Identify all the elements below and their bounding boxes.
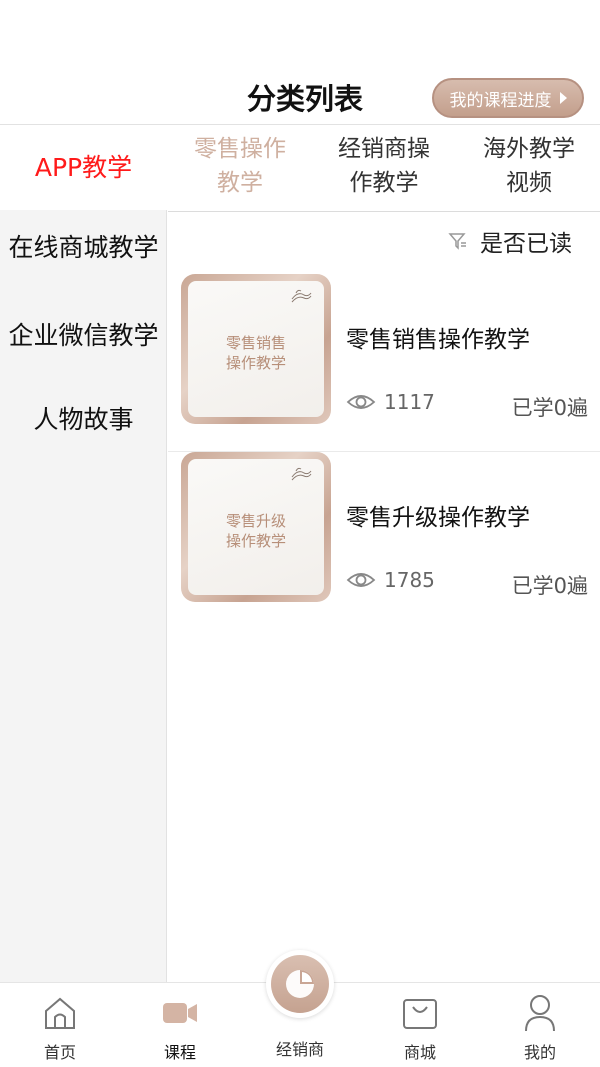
nav-me[interactable]: 我的 (480, 993, 600, 1063)
progress-button-label: 我的课程进度 (449, 90, 552, 111)
tab-dealer-operation[interactable]: 经销商操 作教学 (324, 132, 444, 200)
sidebar-item-online-mall-teaching[interactable]: 在线商城教学 (0, 228, 167, 264)
eye-icon (346, 573, 376, 587)
tab-label-line1: 海外教学 (483, 136, 575, 162)
pie-chart-icon (286, 970, 314, 998)
sidebar-item-people-stories[interactable]: 人物故事 (0, 400, 167, 436)
filter-icon (448, 233, 466, 250)
learned-count: 已学0遍 (511, 574, 588, 598)
nav-label: 首页 (43, 1043, 76, 1062)
tab-label-line2: 作教学 (349, 170, 419, 196)
brand-logo-icon (291, 289, 312, 303)
thumbnail-caption-line2: 操作教学 (225, 532, 286, 550)
video-camera-icon (163, 1003, 197, 1023)
nav-dealer-button[interactable] (266, 950, 334, 1018)
category-sidebar: APP教学 在线商城教学 企业微信教学 人物故事 (0, 126, 167, 982)
tab-label-line1: 经销商操 (338, 136, 430, 162)
nav-label: 商城 (403, 1043, 436, 1062)
nav-home[interactable]: 首页 (0, 993, 120, 1063)
thumbnail-caption-line1: 零售升级 (225, 512, 286, 530)
view-count: 1785 (346, 568, 435, 592)
sidebar-item-app-teaching[interactable]: APP教学 (0, 126, 167, 210)
tab-label-line2: 视频 (506, 170, 552, 196)
tab-retail-operation[interactable]: 零售操作 教学 (180, 132, 300, 200)
nav-dealer-label: 经销商 (275, 1040, 324, 1059)
nav-label: 我的 (523, 1043, 556, 1062)
nav-mall[interactable]: 商城 (360, 993, 480, 1063)
thumbnail-caption: 零售销售 操作教学 (188, 333, 324, 373)
sidebar-item-wecom-teaching[interactable]: 企业微信教学 (0, 316, 167, 352)
view-count-value: 1785 (384, 568, 435, 592)
nav-courses[interactable]: 课程 (120, 993, 240, 1063)
course-thumbnail: 零售升级 操作教学 (181, 452, 331, 602)
tab-label-line2: 教学 (217, 170, 263, 196)
learned-count: 已学0遍 (511, 396, 588, 420)
nav-label: 课程 (163, 1043, 196, 1062)
course-card[interactable]: 零售升级 操作教学 零售升级操作教学 1785 已学0遍 (168, 452, 600, 630)
subcategory-tabs: 零售操作 教学 经销商操 作教学 海外教学 视频 (168, 126, 600, 212)
thumbnail-caption-line2: 操作教学 (225, 354, 286, 372)
filter-label: 是否已读 (480, 231, 572, 257)
read-filter[interactable]: 是否已读 (448, 224, 572, 258)
tab-overseas-videos[interactable]: 海外教学 视频 (469, 132, 589, 200)
shopping-bag-icon (403, 999, 437, 1029)
course-title: 零售销售操作教学 (346, 327, 530, 353)
header: 分类列表 我的课程进度 (0, 0, 600, 125)
course-card[interactable]: 零售销售 操作教学 零售销售操作教学 1117 已学0遍 (168, 274, 600, 452)
brand-logo-icon (291, 467, 312, 481)
home-icon (45, 997, 75, 1029)
course-title: 零售升级操作教学 (346, 505, 530, 531)
view-count: 1117 (346, 390, 435, 414)
eye-icon (346, 395, 376, 409)
tab-label-line1: 零售操作 (194, 136, 286, 162)
view-count-value: 1117 (384, 390, 435, 414)
my-course-progress-button[interactable]: 我的课程进度 (432, 78, 584, 118)
thumbnail-caption: 零售升级 操作教学 (188, 511, 324, 551)
chevron-right-icon (559, 92, 567, 104)
thumbnail-caption-line1: 零售销售 (225, 334, 286, 352)
course-thumbnail: 零售销售 操作教学 (181, 274, 331, 424)
user-icon (525, 995, 555, 1032)
